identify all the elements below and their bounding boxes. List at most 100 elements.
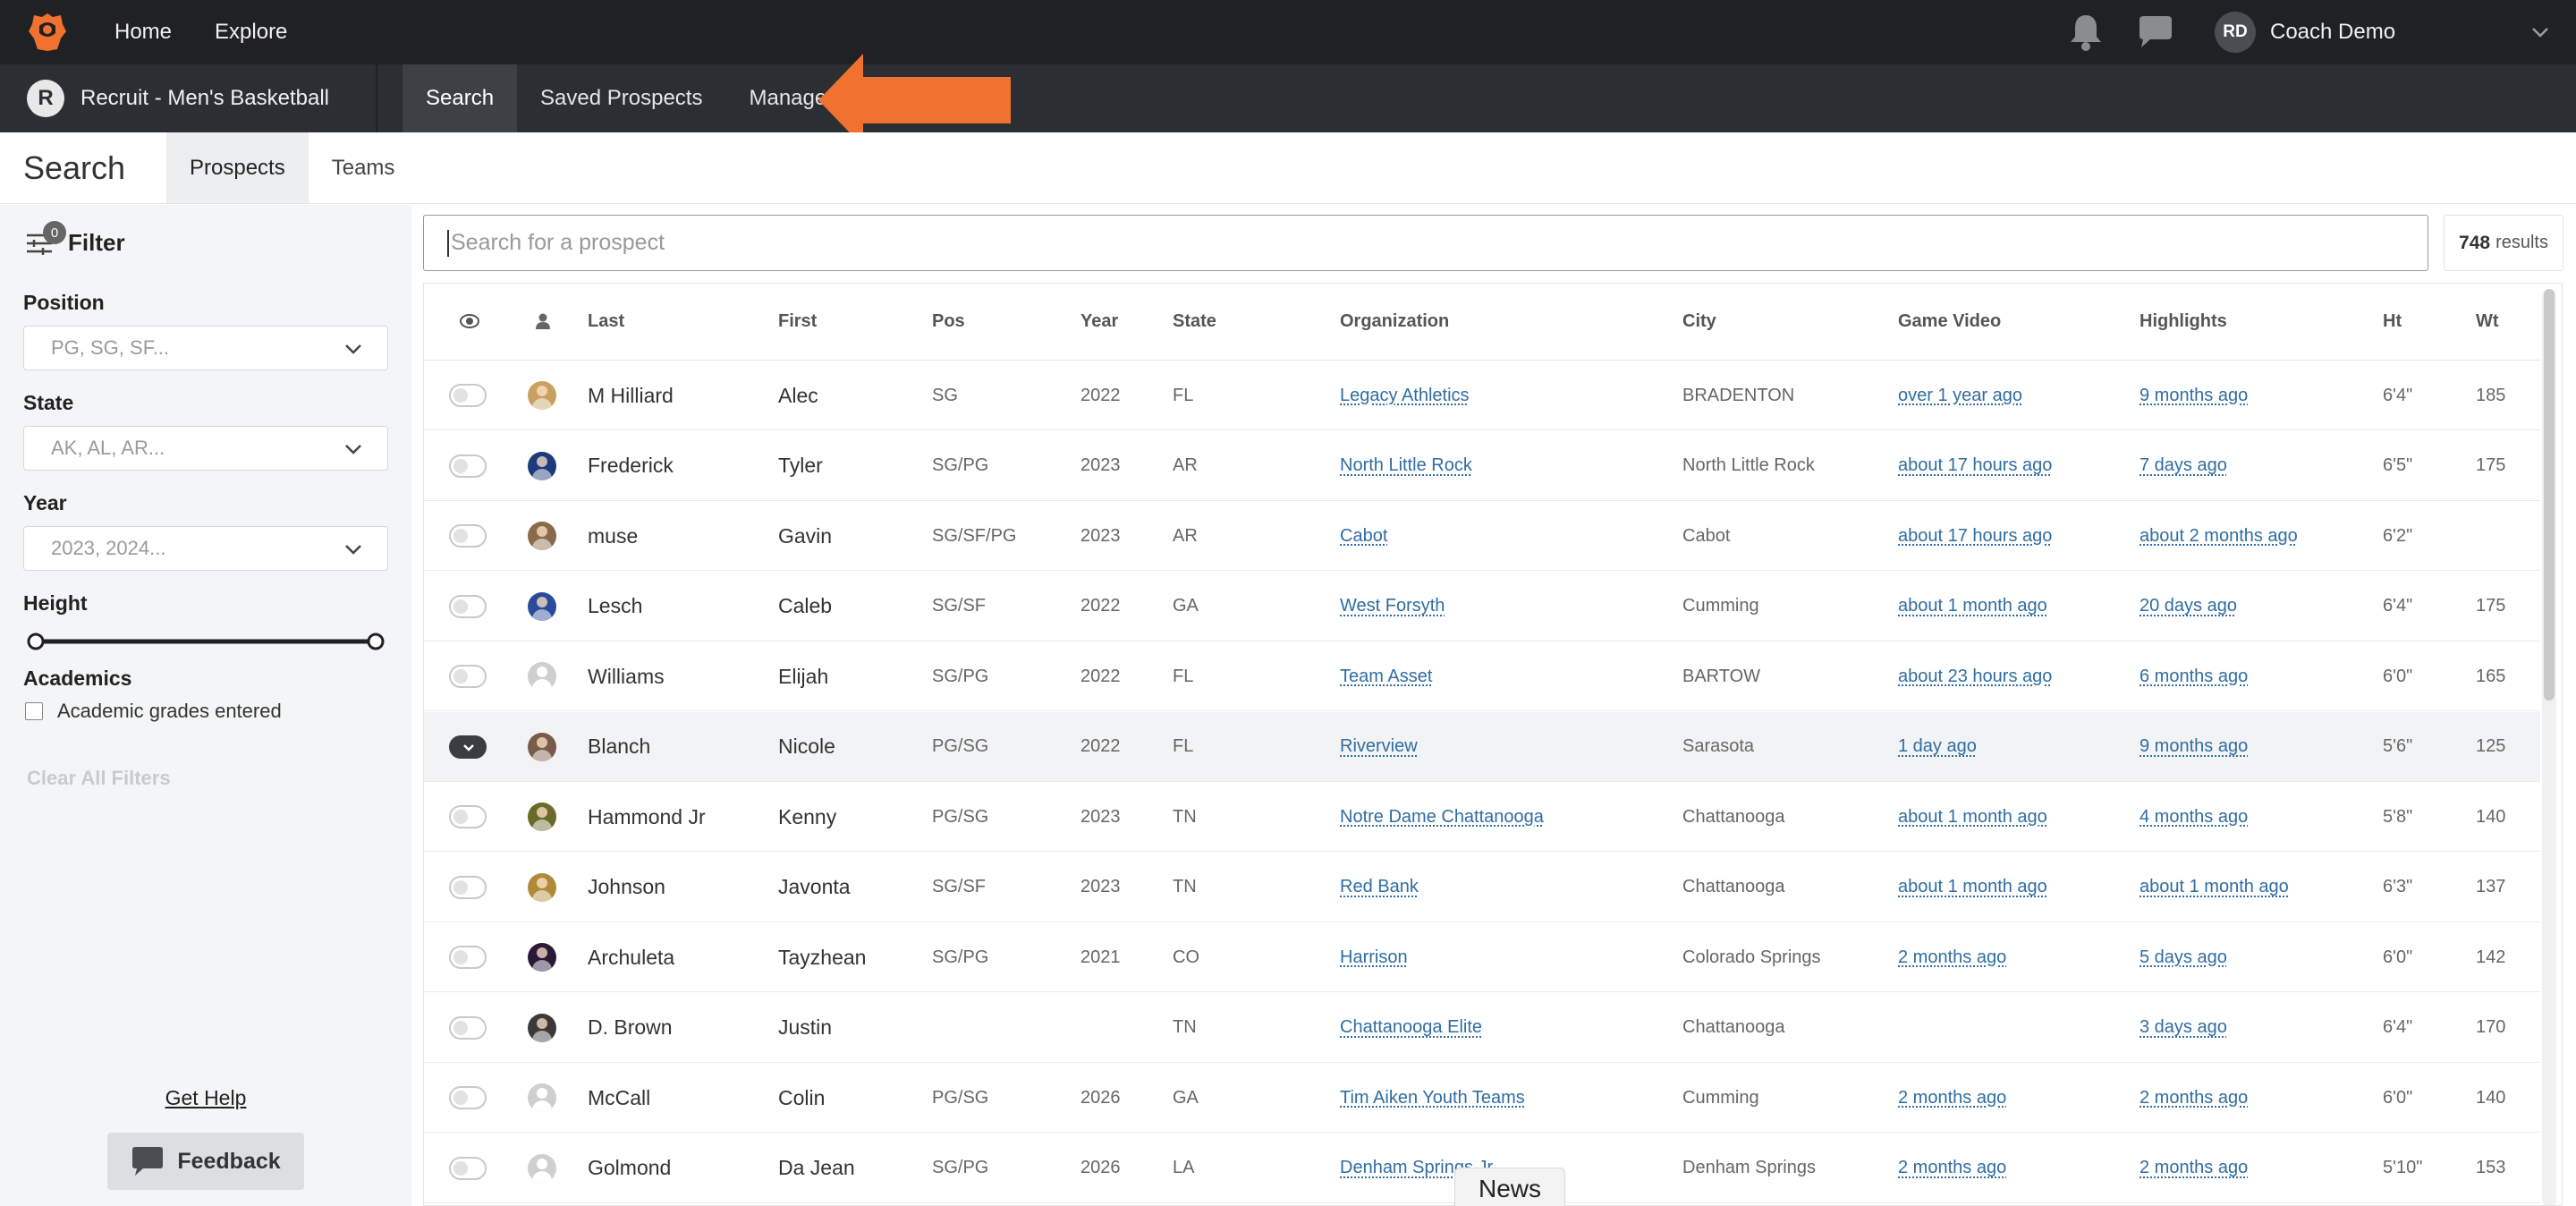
row-select-toggle[interactable] <box>449 735 487 759</box>
height-min-handle[interactable] <box>27 633 45 650</box>
cell-game-video-link[interactable]: about 17 hours ago <box>1898 431 2052 501</box>
user-menu-chevron-down-icon[interactable] <box>2529 21 2551 43</box>
table-row[interactable]: Archuleta Tayzhean SG/PG 2021 CO Harrison Colo… <box>424 922 2540 992</box>
cell-highlights-link[interactable]: 7 days ago <box>2140 431 2227 501</box>
scrollbar-thumb[interactable] <box>2544 289 2555 701</box>
row-select-toggle[interactable] <box>449 665 487 688</box>
col-header-organization[interactable]: Organization <box>1340 311 1449 332</box>
height-max-handle[interactable] <box>367 633 385 650</box>
cell-organization-link[interactable]: Harrison <box>1340 922 1408 992</box>
academic-grades-checkbox[interactable] <box>25 702 43 720</box>
cell-organization-link[interactable]: Notre Dame Chattanooga <box>1340 782 1544 852</box>
cell-game-video-link[interactable]: 2 months ago <box>1898 922 2006 992</box>
academic-grades-option[interactable]: Academic grades entered <box>25 700 282 723</box>
height-range-slider[interactable] <box>27 633 385 650</box>
tab-teams[interactable]: Teams <box>309 132 419 203</box>
nav-explore-link[interactable]: Explore <box>215 20 287 45</box>
cell-organization-link[interactable]: North Little Rock <box>1340 431 1472 501</box>
table-row[interactable]: Frederick Tyler SG/PG 2023 AR North Little Ro… <box>424 431 2540 501</box>
col-header-pos[interactable]: Pos <box>932 311 965 332</box>
subtab-search[interactable]: Search <box>402 64 518 132</box>
row-select-toggle[interactable] <box>449 1156 487 1180</box>
row-select-toggle[interactable] <box>449 805 487 828</box>
prospect-avatar[interactable] <box>528 522 556 550</box>
row-select-toggle[interactable] <box>449 454 487 478</box>
prospect-avatar[interactable] <box>528 1013 556 1042</box>
table-row[interactable]: muse Gavin SG/SF/PG 2023 AR Cabot Cabot about 1… <box>424 501 2540 571</box>
clear-all-filters-button[interactable]: Clear All Filters <box>27 767 171 790</box>
cell-highlights-link[interactable]: 9 months ago <box>2140 361 2248 430</box>
row-select-toggle[interactable] <box>449 594 487 618</box>
col-header-wt[interactable]: Wt <box>2476 311 2499 332</box>
table-scrollbar[interactable] <box>2542 289 2556 1205</box>
user-avatar[interactable]: RD <box>2215 12 2256 53</box>
table-row[interactable]: Hammond Jr Kenny PG/SG 2023 TN Notre Dame Cha… <box>424 782 2540 852</box>
table-row[interactable]: Blanch Nicole PG/SG 2022 FL Riverview Sarasota… <box>424 711 2540 782</box>
nav-home-link[interactable]: Home <box>114 20 172 45</box>
feedback-button[interactable]: Feedback <box>107 1133 304 1190</box>
news-tab-button[interactable]: News <box>1454 1168 1565 1206</box>
cell-game-video-link[interactable]: about 17 hours ago <box>1898 501 2052 571</box>
cell-organization-link[interactable]: Legacy Athletics <box>1340 361 1470 430</box>
table-row[interactable]: Williams Elijah SG/PG 2022 FL Team Asset BARTO… <box>424 641 2540 711</box>
subtab-saved-prospects[interactable]: Saved Prospects <box>517 64 725 132</box>
cell-organization-link[interactable]: Cabot <box>1340 501 1387 571</box>
row-select-toggle[interactable] <box>449 524 487 548</box>
cell-game-video-link[interactable]: 2 months ago <box>1898 1063 2006 1133</box>
cell-game-video-link[interactable]: about 23 hours ago <box>1898 641 2052 711</box>
tab-prospects[interactable]: Prospects <box>166 132 309 203</box>
prospect-avatar[interactable] <box>528 1153 556 1183</box>
prospect-search-input[interactable]: Search for a prospect <box>423 215 2428 271</box>
cell-highlights-link[interactable]: 2 months ago <box>2140 1134 2248 1203</box>
row-select-toggle[interactable] <box>449 875 487 899</box>
cell-highlights-link[interactable]: about 1 month ago <box>2140 853 2289 922</box>
row-select-toggle[interactable] <box>449 1015 487 1040</box>
table-row[interactable]: Johnson Javonta SG/SF 2023 TN Red Bank Chattan… <box>424 853 2540 922</box>
table-row[interactable]: D. Brown Justin TN Chattanooga Elite Chattan… <box>424 993 2540 1063</box>
table-row[interactable]: M Hilliard Alec SG 2022 FL Legacy Athletics BR… <box>424 361 2540 430</box>
row-select-toggle[interactable] <box>449 1086 487 1109</box>
prospect-avatar[interactable] <box>528 1083 556 1112</box>
row-select-toggle[interactable] <box>449 384 487 407</box>
cell-organization-link[interactable]: West Forsyth <box>1340 572 1445 641</box>
prospect-avatar[interactable] <box>528 662 556 691</box>
cell-highlights-link[interactable]: 6 months ago <box>2140 641 2248 711</box>
visibility-toggle-icon[interactable] <box>460 314 479 328</box>
app-title[interactable]: Recruit - Men's Basketball <box>80 86 376 111</box>
col-header-first[interactable]: First <box>778 311 817 332</box>
col-header-last[interactable]: Last <box>588 311 624 332</box>
cell-highlights-link[interactable]: 2 months ago <box>2140 1063 2248 1133</box>
state-select[interactable]: AK, AL, AR... <box>23 426 388 471</box>
cell-organization-link[interactable]: Tim Aiken Youth Teams <box>1340 1063 1525 1133</box>
cell-highlights-link[interactable]: about 2 months ago <box>2140 501 2298 571</box>
prospect-avatar[interactable] <box>528 591 556 621</box>
col-header-game-video[interactable]: Game Video <box>1898 311 2001 332</box>
cell-organization-link[interactable]: Chattanooga Elite <box>1340 993 1482 1063</box>
brand-logo-icon[interactable] <box>25 10 70 55</box>
col-header-state[interactable]: State <box>1173 311 1216 332</box>
table-row[interactable]: Lesch Caleb SG/SF 2022 GA West Forsyth Cumming… <box>424 572 2540 641</box>
cell-highlights-link[interactable]: 20 days ago <box>2140 572 2237 641</box>
cell-game-video-link[interactable]: 1 day ago <box>1898 712 1977 782</box>
prospect-avatar[interactable] <box>528 872 556 902</box>
year-select[interactable]: 2023, 2024... <box>23 526 388 571</box>
cell-game-video-link[interactable]: over 1 year ago <box>1898 361 2022 430</box>
prospect-avatar[interactable] <box>528 943 556 972</box>
cell-highlights-link[interactable]: 9 months ago <box>2140 712 2248 782</box>
prospect-avatar[interactable] <box>528 381 556 410</box>
cell-game-video-link[interactable]: 2 months ago <box>1898 1134 2006 1203</box>
prospect-avatar[interactable] <box>528 451 556 480</box>
get-help-link[interactable]: Get Help <box>0 1086 411 1110</box>
prospect-avatar[interactable] <box>528 803 556 831</box>
notifications-bell-icon[interactable] <box>2064 11 2107 54</box>
table-row[interactable]: McCall Colin PG/SG 2026 GA Tim Aiken Youth Te… <box>424 1063 2540 1133</box>
cell-game-video-link[interactable]: about 1 month ago <box>1898 782 2047 852</box>
cell-organization-link[interactable]: Team Asset <box>1340 641 1432 711</box>
cell-highlights-link[interactable]: 3 days ago <box>2140 993 2227 1063</box>
row-select-toggle[interactable] <box>449 946 487 969</box>
cell-highlights-link[interactable]: 4 months ago <box>2140 782 2248 852</box>
col-header-year[interactable]: Year <box>1080 311 1118 332</box>
cell-game-video-link[interactable]: about 1 month ago <box>1898 572 2047 641</box>
prospect-avatar[interactable] <box>528 732 556 761</box>
col-header-highlights[interactable]: Highlights <box>2140 311 2227 332</box>
